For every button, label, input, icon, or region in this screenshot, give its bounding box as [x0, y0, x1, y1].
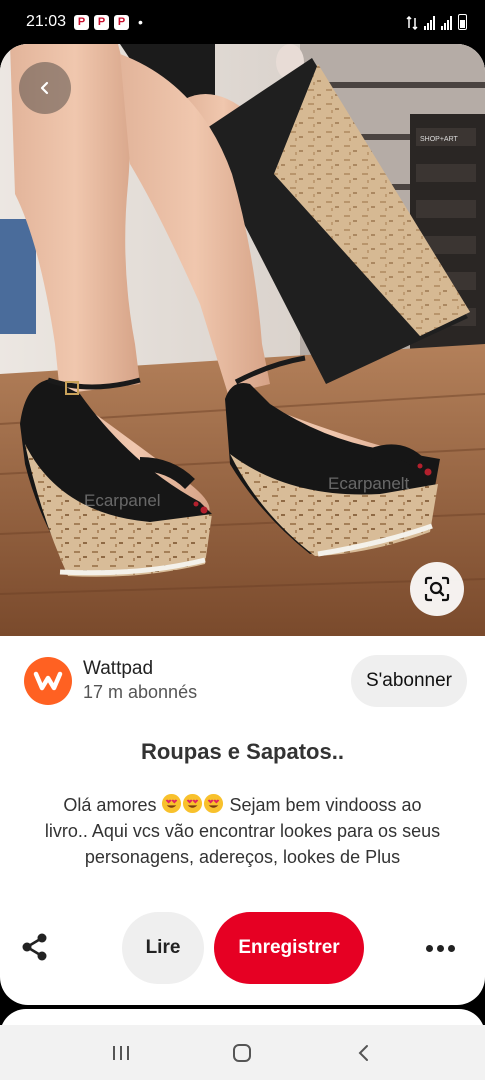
read-button[interactable]: Lire	[122, 912, 204, 984]
back-arrow-icon	[358, 1044, 369, 1061]
dot-icon	[425, 944, 433, 952]
lens-search-icon	[424, 576, 450, 602]
creator-name[interactable]: Wattpad	[83, 658, 197, 680]
notification-dot: •	[138, 14, 143, 30]
heart-eyes-emoji	[162, 793, 182, 814]
recent-apps-button[interactable]	[101, 1033, 141, 1073]
home-button[interactable]	[222, 1033, 262, 1073]
watermark-text: Ecarpanelt	[328, 474, 410, 493]
creator-avatar[interactable]	[24, 657, 72, 705]
back-button[interactable]	[19, 62, 71, 114]
status-icons	[406, 14, 467, 30]
wedge-sandals-photo: SHOP+ART Ecarpanel Ecarpanelt	[0, 44, 485, 636]
pin-description: Olá amores Sejam bem vindooss ao livro..…	[40, 792, 445, 870]
pin-card: SHOP+ART Ecarpanel Ecarpanelt Wattpad 17…	[0, 44, 485, 1005]
follow-button[interactable]: S'abonner	[350, 655, 467, 707]
dot-icon	[447, 944, 455, 952]
signal-icon	[424, 16, 435, 30]
visual-search-button[interactable]	[410, 562, 464, 616]
status-time: 21:03	[26, 13, 67, 30]
heart-eyes-emoji	[204, 793, 224, 814]
status-bar: 21:03 P P P •	[0, 0, 485, 44]
heart-eyes-emoji	[183, 793, 203, 814]
system-nav-bar	[0, 1025, 485, 1080]
signal-icon	[441, 16, 452, 30]
shelf-box-label: SHOP+ART	[420, 136, 459, 143]
creator-row: Wattpad 17 m abonnés S'abonner	[24, 654, 467, 708]
recent-apps-icon	[112, 1045, 129, 1060]
wattpad-logo-icon	[33, 671, 63, 691]
pinterest-notification-icon: P	[74, 14, 90, 30]
pin-title: Roupas e Sapatos..	[141, 739, 344, 764]
description-text: Olá amores	[63, 795, 162, 815]
action-bar: Lire Enregistrer	[0, 912, 485, 984]
chevron-left-icon	[40, 81, 49, 95]
watermark-text: Ecarpanel	[84, 491, 161, 510]
pinterest-notification-icon: P	[94, 14, 110, 30]
more-options-button[interactable]	[422, 934, 458, 962]
dot-icon	[436, 944, 444, 952]
creator-followers: 17 m abonnés	[83, 682, 198, 702]
save-button[interactable]: Enregistrer	[214, 912, 364, 984]
share-icon	[22, 933, 47, 961]
pinterest-notification-icon: P	[114, 14, 130, 30]
home-icon	[233, 1043, 252, 1062]
data-arrows-icon	[406, 16, 418, 30]
creator-info[interactable]: Wattpad 17 m abonnés	[83, 658, 197, 704]
share-button[interactable]	[18, 930, 52, 964]
battery-icon	[458, 14, 467, 30]
pin-image[interactable]: SHOP+ART Ecarpanel Ecarpanelt	[0, 44, 485, 636]
nav-back-button[interactable]	[344, 1033, 384, 1073]
